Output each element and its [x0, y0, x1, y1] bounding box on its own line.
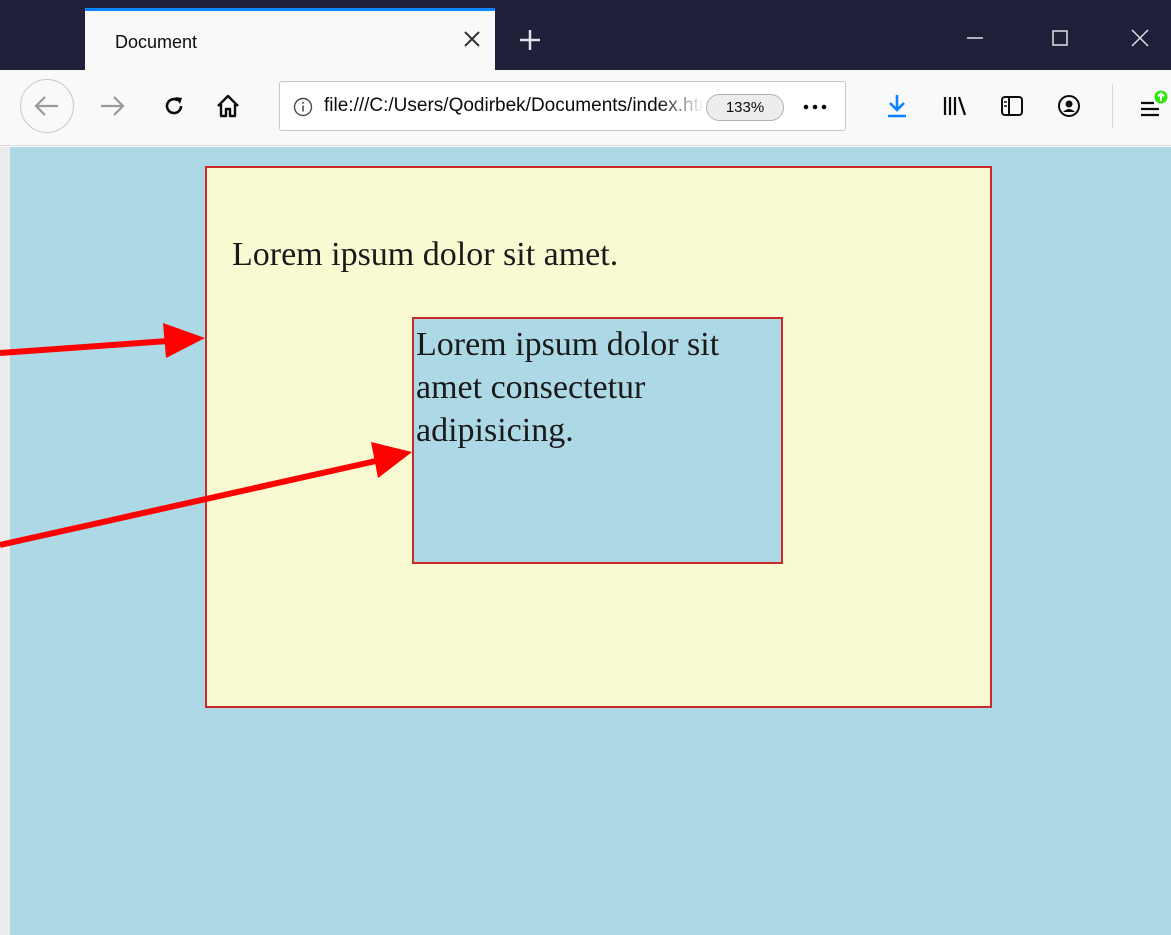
window-close-icon[interactable]	[1110, 16, 1170, 60]
plus-icon[interactable]	[508, 18, 552, 62]
inner-box-text: Lorem ipsum dolor sit amet consectetur a…	[416, 326, 720, 449]
reload-icon[interactable]	[148, 80, 200, 132]
more-icon[interactable]	[795, 94, 835, 120]
account-icon[interactable]	[1047, 84, 1091, 128]
zoom-level-badge[interactable]: 133%	[706, 94, 784, 121]
minimize-icon[interactable]	[945, 16, 1005, 60]
tab-document[interactable]: Document	[85, 8, 495, 70]
close-icon[interactable]	[455, 22, 489, 56]
home-icon[interactable]	[202, 80, 254, 132]
library-icon[interactable]	[932, 84, 976, 128]
address-bar[interactable]: file:///C:/Users/Qodirbek/Documents/inde…	[279, 81, 846, 131]
inner-box: Lorem ipsum dolor sit amet consectetur a…	[412, 317, 783, 564]
url-text[interactable]: file:///C:/Users/Qodirbek/Documents/inde…	[324, 95, 704, 121]
sidebar-icon[interactable]	[990, 84, 1034, 128]
title-bar: Document	[0, 0, 1171, 70]
hamburger-menu-icon[interactable]	[1130, 84, 1171, 128]
toolbar-divider	[1112, 84, 1113, 128]
navigation-toolbar: file:///C:/Users/Qodirbek/Documents/inde…	[0, 70, 1171, 146]
back-arrow-icon[interactable]	[20, 79, 74, 133]
forward-arrow-icon[interactable]	[86, 80, 138, 132]
outer-box-text: Lorem ipsum dolor sit amet.	[232, 236, 619, 273]
tab-title: Document	[115, 32, 198, 52]
maximize-icon[interactable]	[1030, 16, 1090, 60]
info-icon[interactable]	[290, 94, 316, 120]
download-icon[interactable]	[875, 84, 919, 128]
